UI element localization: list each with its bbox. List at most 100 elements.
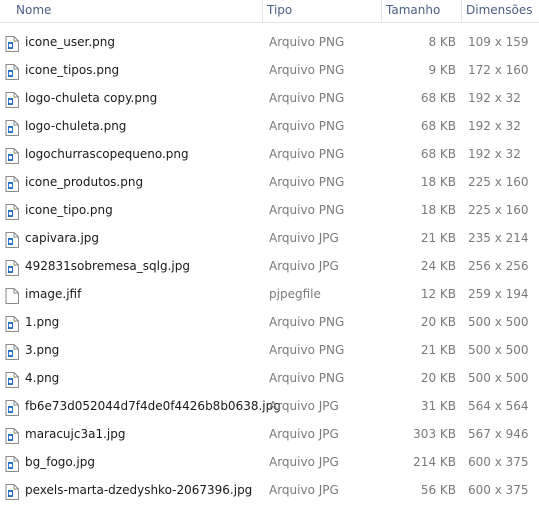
file-size: 21 KB [420,343,456,357]
file-dimensions: 500 x 500 [468,371,529,385]
file-row[interactable]: icone_user.png Arquivo PNG 8 KB 109 x 159 [0,28,539,56]
file-type: Arquivo PNG [269,35,345,49]
blank-file-icon [5,286,19,304]
file-size: 68 KB [420,119,456,133]
file-size: 18 KB [420,203,456,217]
file-type: Arquivo JPG [269,427,339,441]
file-dimensions: 600 x 375 [468,483,529,497]
file-size: 214 KB [413,455,456,469]
image-file-icon [5,314,19,332]
file-name[interactable]: icone_produtos.png [25,168,143,196]
file-size: 12 KB [420,287,456,301]
file-name[interactable]: 492831sobremesa_sqlg.jpg [25,252,190,280]
file-name[interactable]: bg_fogo.jpg [25,448,95,476]
file-name[interactable]: icone_tipos.png [25,56,119,84]
column-header-dimensions[interactable]: Dimensões [462,0,539,22]
file-type: Arquivo JPG [269,455,339,469]
file-type: Arquivo JPG [269,483,339,497]
file-row[interactable]: logo-chuleta copy.png Arquivo PNG 68 KB 192… [0,84,539,112]
file-dimensions: 192 x 32 [468,91,521,105]
image-file-icon [5,398,19,416]
file-name[interactable]: icone_user.png [25,28,115,56]
image-file-icon [5,230,19,248]
file-row[interactable]: icone_tipos.png Arquivo PNG 9 KB 172 x 160 [0,56,539,84]
column-header-name[interactable]: Nome [0,0,262,22]
file-name[interactable]: logo-chuleta copy.png [25,84,157,112]
file-row[interactable]: 3.png Arquivo PNG 21 KB 500 x 500 [0,336,539,364]
file-name[interactable]: logo-chuleta.png [25,112,126,140]
file-size: 56 KB [420,483,456,497]
file-size: 303 KB [413,427,456,441]
image-file-icon [5,118,19,136]
file-size: 20 KB [420,315,456,329]
image-file-icon [5,482,19,500]
file-dimensions: 225 x 160 [468,203,529,217]
file-type: Arquivo JPG [269,399,339,413]
image-file-icon [5,90,19,108]
file-dimensions: 225 x 160 [468,175,529,189]
file-row[interactable]: pexels-marta-dzedyshko-2067396.jpg Arquiv… [0,476,539,504]
image-file-icon [5,258,19,276]
file-row[interactable]: icone_produtos.png Arquivo PNG 18 KB 225 x … [0,168,539,196]
file-type: Arquivo PNG [269,315,345,329]
column-header-bar: Nome Tipo Tamanho Dimensões [0,0,539,23]
image-file-icon [5,62,19,80]
file-row[interactable]: 1.png Arquivo PNG 20 KB 500 x 500 [0,308,539,336]
file-row[interactable]: fb6e73d052044d7f4de0f4426b8b0638.jpg Arqu… [0,392,539,420]
file-dimensions: 192 x 32 [468,119,521,133]
file-row[interactable]: capivara.jpg Arquivo JPG 21 KB 235 x 214 [0,224,539,252]
file-dimensions: 235 x 214 [468,231,529,245]
file-type: Arquivo JPG [269,231,339,245]
file-name[interactable]: 4.png [25,364,59,392]
image-file-icon [5,370,19,388]
image-file-icon [5,34,19,52]
file-row[interactable]: 4.png Arquivo PNG 20 KB 500 x 500 [0,364,539,392]
file-dimensions: 567 x 946 [468,427,529,441]
file-type: pjpegfile [269,287,321,301]
image-file-icon [5,426,19,444]
file-type: Arquivo PNG [269,203,345,217]
file-row[interactable]: maracujc3a1.jpg Arquivo JPG 303 KB 567 x 94… [0,420,539,448]
file-list: icone_user.png Arquivo PNG 8 KB 109 x 159 ic… [0,28,539,504]
file-row[interactable]: logo-chuleta.png Arquivo PNG 68 KB 192 x 32 [0,112,539,140]
file-row[interactable]: logochurrascopequeno.png Arquivo PNG 68 KB… [0,140,539,168]
file-row[interactable]: icone_tipo.png Arquivo PNG 18 KB 225 x 160 [0,196,539,224]
file-row[interactable]: bg_fogo.jpg Arquivo JPG 214 KB 600 x 375 [0,448,539,476]
file-name[interactable]: logochurrascopequeno.png [25,140,189,168]
file-dimensions: 109 x 159 [468,35,529,49]
file-size: 68 KB [420,91,456,105]
file-name[interactable]: icone_tipo.png [25,196,113,224]
file-size: 68 KB [420,147,456,161]
file-name[interactable]: capivara.jpg [25,224,99,252]
image-file-icon [5,454,19,472]
file-type: Arquivo PNG [269,343,345,357]
file-name[interactable]: maracujc3a1.jpg [25,420,125,448]
file-name[interactable]: 3.png [25,336,59,364]
file-type: Arquivo PNG [269,175,345,189]
image-file-icon [5,174,19,192]
file-name[interactable]: pexels-marta-dzedyshko-2067396.jpg [25,476,252,504]
file-size: 20 KB [420,371,456,385]
file-dimensions: 500 x 500 [468,315,529,329]
file-dimensions: 172 x 160 [468,63,529,77]
file-dimensions: 256 x 256 [468,259,529,273]
file-name[interactable]: fb6e73d052044d7f4de0f4426b8b0638.jpg [25,392,281,420]
file-size: 8 KB [428,35,456,49]
file-size: 21 KB [420,231,456,245]
file-name[interactable]: image.jfif [25,280,81,308]
file-dimensions: 564 x 564 [468,399,529,413]
file-size: 18 KB [420,175,456,189]
file-type: Arquivo PNG [269,147,345,161]
file-name[interactable]: 1.png [25,308,59,336]
file-size: 24 KB [420,259,456,273]
column-header-size[interactable]: Tamanho [382,0,461,22]
file-row[interactable]: 492831sobremesa_sqlg.jpg Arquivo JPG 24 KB… [0,252,539,280]
file-type: Arquivo JPG [269,259,339,273]
file-type: Arquivo PNG [269,63,345,77]
file-dimensions: 192 x 32 [468,147,521,161]
file-row[interactable]: image.jfif pjpegfile 12 KB 259 x 194 [0,280,539,308]
file-dimensions: 259 x 194 [468,287,529,301]
column-header-type[interactable]: Tipo [263,0,381,22]
file-type: Arquivo PNG [269,91,345,105]
file-dimensions: 600 x 375 [468,455,529,469]
